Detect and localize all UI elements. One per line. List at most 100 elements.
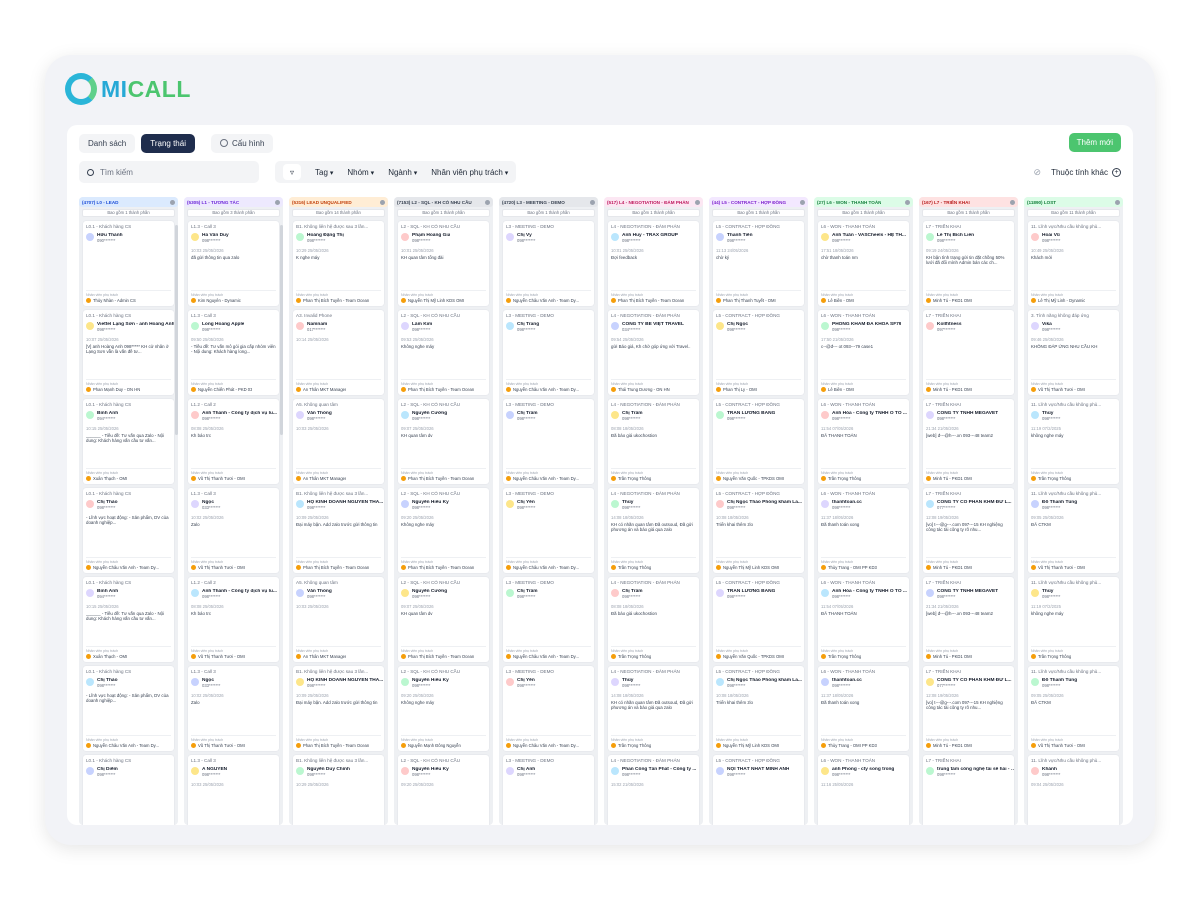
column-menu-icon[interactable] <box>380 199 385 205</box>
customer-card[interactable]: L1.3 - Call 3 Long Hoàng Apple 098******* 0… <box>188 310 279 395</box>
customer-card[interactable]: 11. Lĩnh vực/Nhu cầu không phù... Đỗ Than… <box>1028 488 1119 573</box>
customer-card[interactable]: L6 - WON - THANH TOÁN thanhtoan.cc 098****… <box>818 488 909 573</box>
customer-card[interactable]: L5 - CONTRACT - HỢP ĐỒNG Chị Ngọc Thảo Ph… <box>713 488 804 573</box>
customer-card[interactable]: L6 - WON - THANH TOÁN Anh Hòa - Công ty T… <box>818 577 909 662</box>
column-subtitle[interactable]: Bao gồm 1 thành phần <box>397 209 490 217</box>
column-header[interactable]: (5316) LEAD UNQUALIFIED <box>289 197 388 207</box>
customer-card[interactable]: L3 - MEETING - DEMO Chị Trang 098******* Nh… <box>503 310 594 395</box>
tab-status[interactable]: Trạng thái <box>141 133 195 153</box>
column-header[interactable]: (5305) L1 - TƯƠNG TÁC <box>184 197 283 207</box>
column-subtitle[interactable]: Bao gồm 1 thành phần <box>502 209 595 217</box>
column-subtitle[interactable]: Bao gồm 1 thành phần <box>607 209 700 217</box>
column-header[interactable]: (4720) L3 - MEETING - DEMO <box>499 197 598 207</box>
config-button[interactable]: Cấu hình <box>210 133 274 153</box>
customer-card[interactable]: L5 - CONTRACT - HỢP ĐỒNG Thanh Tiến 098***… <box>713 221 804 306</box>
customer-card[interactable]: 3. Tính năng không đáp ứng Vika 098*******… <box>1028 310 1119 395</box>
column-menu-icon[interactable] <box>1010 199 1015 205</box>
customer-card[interactable]: L6 - WON - THANH TOÁN Anh Hòa - Công ty T… <box>818 399 909 484</box>
column-scrollbar[interactable] <box>280 225 283 435</box>
column-header[interactable]: (4707) L0 - LEAD <box>79 197 178 207</box>
customer-card[interactable]: L5 - CONTRACT - HỢP ĐỒNG TRẦN LƯƠNG BẰNG 0… <box>713 577 804 662</box>
column-menu-icon[interactable] <box>1115 199 1120 205</box>
column-subtitle[interactable]: Bao gồm 1 thành phần <box>922 209 1015 217</box>
customer-card[interactable]: L5 - CONTRACT - HỢP ĐỒNG Chị Ngọc Thảo Ph… <box>713 666 804 751</box>
customer-card[interactable]: L6 - WON - THANH TOÁN PHÒNG KHÁM ĐA KHOA … <box>818 310 909 395</box>
column-menu-icon[interactable] <box>170 199 175 205</box>
customer-card[interactable]: L7 - TRIỂN KHAI CÔNG TY CỔ PHẦN KHM ĐƯ L.… <box>923 666 1014 751</box>
customer-card[interactable]: 11. Lĩnh vực/Nhu cầu không phù... Hoài Vũ… <box>1028 221 1119 306</box>
column-menu-icon[interactable] <box>800 199 805 205</box>
customer-card[interactable]: L3 - MEETING - DEMO Chị Trâm 098******* Nhâ… <box>503 399 594 484</box>
customer-card[interactable]: L0.1 - Khách hàng CS Chị Thảo 098******* - … <box>83 488 174 573</box>
column-header[interactable]: (7153) L2 - SQL - KH CÓ NHU CẦU <box>394 197 493 207</box>
column-menu-icon[interactable] <box>695 199 700 205</box>
customer-card[interactable]: L2 - SQL - KH CÓ NHU CẦU Phạm Hoàng Gia 09… <box>398 221 489 306</box>
customer-card[interactable]: L3 - MEETING - DEMO Chị Yến 098******* Nhân… <box>503 666 594 751</box>
customer-card[interactable]: L3 - MEETING - DEMO Chị Yến 098******* Nhân… <box>503 488 594 573</box>
filter-industry[interactable]: Ngành <box>388 168 417 177</box>
customer-card[interactable]: 11. Lĩnh vực/Nhu cầu không phù... Thủy 098… <box>1028 577 1119 662</box>
add-new-button[interactable]: Thêm mới <box>1068 133 1121 152</box>
customer-card[interactable]: L1.3 - Call 3 Ngọc 033******* 10:02 25/05/2… <box>188 666 279 751</box>
customer-card[interactable]: L5 - CONTRACT - HỢP ĐỒNG TRẦN LƯƠNG BẰNG 0… <box>713 399 804 484</box>
customer-card[interactable]: L7 - TRIỂN KHAI trung tâm công nghệ tài s… <box>923 755 1014 825</box>
customer-card[interactable]: L0.1 - Khách hàng CS Bình Anh 094******* 10… <box>83 399 174 484</box>
customer-card[interactable]: L5 - CONTRACT - HỢP ĐỒNG NỘI THẤT NHẤT MI… <box>713 755 804 825</box>
customer-card[interactable]: A5. Không quan tâm Văn Thông 098******* 10:… <box>293 577 384 662</box>
column-menu-icon[interactable] <box>905 199 910 205</box>
customer-card[interactable]: L1.2 - Call 2 Anh Thành - Công ty dịch vụ… <box>188 577 279 662</box>
customer-card[interactable]: L7 - TRIỂN KHAI CÔNG TY TNHH MEGAVET 098**… <box>923 399 1014 484</box>
customer-card[interactable]: L7 - TRIỂN KHAI CÔNG TY TNHH MEGAVET 098**… <box>923 577 1014 662</box>
clear-filter-icon[interactable]: ⊘ <box>1034 167 1042 178</box>
filter-group-dropdown[interactable]: Nhóm <box>347 168 374 177</box>
customer-card[interactable]: L1.3 - Call 3 Ngọc 033******* 10:02 25/05/2… <box>188 488 279 573</box>
customer-card[interactable]: B1. Không liên hệ được sau 3 lần... Nguyễ… <box>293 755 384 825</box>
customer-card[interactable]: L2 - SQL - KH CÓ NHU CẦU Lâm Kim 098******… <box>398 310 489 395</box>
column-subtitle[interactable]: Bao gồm 1 thành phần <box>712 209 805 217</box>
customer-card[interactable]: L0.1 - Khách hàng CS Viettel Lạng Sơn - a… <box>83 310 174 395</box>
column-menu-icon[interactable] <box>590 199 595 205</box>
customer-card[interactable]: L0.1 - Khách hàng CS Hữu Thành 090******* N… <box>83 221 174 306</box>
column-menu-icon[interactable] <box>275 199 280 205</box>
customer-card[interactable]: L5 - CONTRACT - HỢP ĐỒNG Chị Ngọc 098*****… <box>713 310 804 395</box>
customer-card[interactable]: L6 - WON - THANH TOÁN Anh Tuấn - VASCheel… <box>818 221 909 306</box>
column-header[interactable]: (27) L6 - WON - THANH TOÁN <box>814 197 913 207</box>
column-subtitle[interactable]: Bao gồm 1 thành phần <box>817 209 910 217</box>
customer-card[interactable]: L4 - NEGOTIATION - ĐÀM PHÁN Anh Huy - TRA… <box>608 221 699 306</box>
customer-card[interactable]: L1.3 - Call 3 Hà Văn Duy 098******* 10:03 2… <box>188 221 279 306</box>
column-subtitle[interactable]: Bao gồm 11 thành phần <box>1027 209 1120 217</box>
customer-card[interactable]: A3. Invalid Phone Namnam 017******* 10:14 2… <box>293 310 384 395</box>
customer-card[interactable]: L2 - SQL - KH CÓ NHU CẦU Nguyễn Cường 098*… <box>398 399 489 484</box>
column-subtitle[interactable]: Bao gồm 3 thành phần <box>187 209 280 217</box>
customer-card[interactable]: L4 - NEGOTIATION - ĐÀM PHÁN Chị Trâm 098**… <box>608 577 699 662</box>
customer-card[interactable]: L7 - TRIỂN KHAI Lê Thị Bích Liên 098******… <box>923 221 1014 306</box>
filter-staff[interactable]: Nhân viên phụ trách <box>431 168 508 177</box>
customer-card[interactable]: L2 - SQL - KH CÓ NHU CẦU Nguyễn Hiếu Ky 09… <box>398 488 489 573</box>
customer-card[interactable]: L7 - TRIỂN KHAI Kollfitness 097******* Nhân… <box>923 310 1014 395</box>
customer-card[interactable]: L3 - MEETING - DEMO Chị Trâm 098******* Nhâ… <box>503 577 594 662</box>
column-scrollbar[interactable] <box>175 225 178 435</box>
customer-card[interactable]: A5. Không quan tâm Văn Thông 098******* 10:… <box>293 399 384 484</box>
customer-card[interactable]: L2 - SQL - KH CÓ NHU CẦU Nguyễn Cường 098*… <box>398 577 489 662</box>
column-header[interactable]: (11890) LOST <box>1024 197 1123 207</box>
customer-card[interactable]: L4 - NEGOTIATION - ĐÀM PHÁN Thủy 098******… <box>608 666 699 751</box>
column-subtitle[interactable]: Bao gồm 1 thành phần <box>82 209 175 217</box>
customer-card[interactable]: L4 - NEGOTIATION - ĐÀM PHÁN Thủy 098******… <box>608 488 699 573</box>
customer-card[interactable]: L1.3 - Call 3 A NGUYÊN 098******* 10:03 25/… <box>188 755 279 825</box>
customer-card[interactable]: L2 - SQL - KH CÓ NHU CẦU Nguyễn Hiếu Ky 09… <box>398 666 489 751</box>
column-menu-icon[interactable] <box>485 199 490 205</box>
customer-card[interactable]: L4 - NEGOTIATION - ĐÀM PHÁN CÔNG TY BỂ VI… <box>608 310 699 395</box>
customer-card[interactable]: L4 - NEGOTIATION - ĐÀM PHÁN Chị Trâm 098**… <box>608 399 699 484</box>
customer-card[interactable]: L1.2 - Call 2 Anh Thành - Công ty dịch vụ… <box>188 399 279 484</box>
customer-card[interactable]: L6 - WON - THANH TOÁN anh Phong - cty son… <box>818 755 909 825</box>
customer-card[interactable]: L2 - SQL - KH CÓ NHU CẦU Nguyễn Hiếu Ky 09… <box>398 755 489 825</box>
customer-card[interactable]: L0.1 - Khách hàng CS Chị Diễm 098******* <box>83 755 174 825</box>
column-header[interactable]: (167) L7 - TRIỂN KHAI <box>919 197 1018 207</box>
column-header[interactable]: (517) L4 - NEGOTIATION - ĐÀM PHÁN <box>604 197 703 207</box>
filter-tag[interactable]: Tag <box>315 168 333 177</box>
filter-funnel-icon[interactable]: ▿ <box>283 164 301 180</box>
customer-card[interactable]: L0.1 - Khách hàng CS Chị Thảo 098******* - … <box>83 666 174 751</box>
customer-card[interactable]: L3 - MEETING - DEMO Chị Vy 098******* Nhân … <box>503 221 594 306</box>
customer-card[interactable]: L3 - MEETING - DEMO Chị Anh 098******* <box>503 755 594 825</box>
column-header[interactable]: (44) L5 - CONTRACT - HỢP ĐỒNG <box>709 197 808 207</box>
